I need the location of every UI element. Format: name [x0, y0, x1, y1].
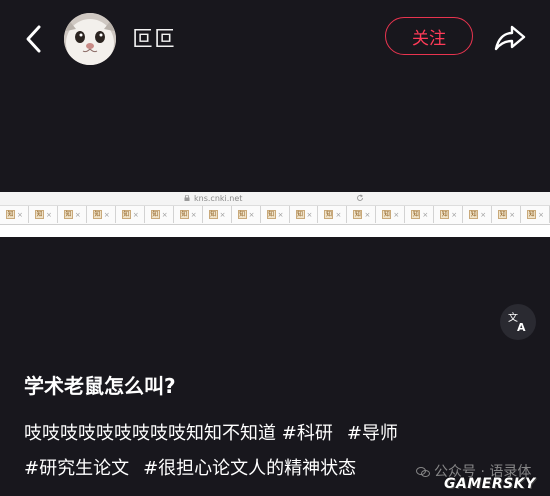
post-description-line-2: #研究生论文 #很担心论文人的精神状态 — [24, 456, 356, 482]
avatar[interactable] — [64, 13, 116, 65]
cnki-favicon-icon: 知 — [121, 210, 131, 219]
follow-button[interactable]: 关注 — [385, 17, 473, 55]
hashtag-advisor[interactable]: #导师 — [347, 423, 398, 444]
browser-tab: 知 × — [463, 206, 493, 223]
wechat-icon — [416, 467, 430, 477]
tab-close-icon: × — [190, 210, 197, 219]
browser-tab: 知 × — [203, 206, 232, 223]
browser-tab: 知 × — [521, 206, 550, 223]
tab-close-icon: × — [74, 210, 81, 219]
translate-icon: 文 A — [508, 311, 526, 333]
browser-tab: 知 × — [347, 206, 377, 223]
tab-close-icon: × — [335, 210, 342, 219]
cnki-favicon-icon: 知 — [382, 210, 392, 219]
back-button[interactable] — [20, 22, 48, 56]
tab-close-icon: × — [132, 210, 139, 219]
cnki-favicon-icon: 知 — [469, 210, 479, 219]
cnki-favicon-icon: 知 — [498, 210, 508, 219]
browser-tab: 知 × — [318, 206, 348, 223]
tab-close-icon: × — [161, 210, 168, 219]
cnki-favicon-icon: 知 — [527, 210, 537, 219]
cnki-favicon-icon: 知 — [208, 210, 218, 219]
tab-close-icon: × — [364, 210, 371, 219]
embedded-browser-screenshot: kns.cnki.net 知 × 知 × 知 × 知 × 知 × 知 × 知 × 知 × 知 × 知 × 知 × 知 × 知 × 知… — [0, 192, 550, 237]
cnki-favicon-icon: 知 — [63, 210, 73, 219]
cnki-favicon-icon: 知 — [237, 210, 247, 219]
address-bar: kns.cnki.net — [0, 192, 550, 206]
tab-close-icon: × — [509, 210, 516, 219]
tab-close-icon: × — [451, 210, 458, 219]
cnki-favicon-icon: 知 — [266, 210, 276, 219]
tab-close-icon: × — [393, 210, 400, 219]
tab-close-icon: × — [306, 210, 313, 219]
tab-close-icon: × — [103, 210, 110, 219]
cnki-favicon-icon: 知 — [324, 210, 334, 219]
browser-tab: 知 × — [261, 206, 290, 223]
hashtag-spirit[interactable]: #很担心论文人的精神状态 — [143, 458, 356, 479]
cnki-favicon-icon: 知 — [34, 210, 44, 219]
tab-close-icon: × — [17, 210, 23, 219]
post-description-line-1: 吱吱吱吱吱吱吱吱吱知知不知道 #科研 #导师 — [24, 421, 398, 447]
browser-tab: 知 × — [145, 206, 174, 223]
post-title: 学术老鼠怎么叫? — [24, 374, 176, 398]
cnki-favicon-icon: 知 — [440, 210, 450, 219]
gamersky-logo: GAMERSKY — [444, 476, 536, 492]
browser-tab: 知 × — [434, 206, 464, 223]
browser-tab: 知 × — [290, 206, 319, 223]
tab-close-icon: × — [480, 210, 487, 219]
post-description-text: 吱吱吱吱吱吱吱吱吱知知不知道 — [24, 423, 276, 444]
hashtag-research[interactable]: #科研 — [282, 423, 333, 444]
tab-close-icon: × — [45, 210, 52, 219]
cnki-favicon-icon: 知 — [179, 210, 189, 219]
browser-tab: 知 × — [116, 206, 145, 223]
reload-icon — [357, 194, 364, 201]
username[interactable]: 叵叵 — [132, 26, 176, 52]
browser-page-area — [0, 225, 550, 237]
hashtag-thesis[interactable]: #研究生论文 — [24, 458, 129, 479]
address-url: kns.cnki.net — [194, 194, 243, 203]
browser-tab: 知 × — [87, 206, 116, 223]
cnki-favicon-icon: 知 — [353, 210, 363, 219]
cnki-favicon-icon: 知 — [411, 210, 421, 219]
browser-tab: 知 × — [376, 206, 406, 223]
tab-close-icon: × — [422, 210, 429, 219]
cat-avatar-image — [64, 13, 116, 65]
tab-close-icon: × — [277, 210, 284, 219]
lock-icon — [184, 195, 190, 201]
browser-tab: 知 × — [492, 206, 522, 223]
browser-tab-row: 知 × 知 × 知 × 知 × 知 × 知 × 知 × 知 × 知 × 知 × 知 × 知 × 知 × 知 × 知 × 知 × 知 × 知 × 知 × — [0, 206, 550, 225]
browser-tab: 知 × — [29, 206, 58, 223]
share-arrow-icon — [494, 25, 526, 51]
cnki-favicon-icon: 知 — [6, 210, 15, 219]
browser-tab: 知 × — [405, 206, 435, 223]
cnki-favicon-icon: 知 — [150, 210, 160, 219]
svg-text:A: A — [517, 321, 526, 333]
translate-button[interactable]: 文 A — [500, 304, 536, 340]
browser-tab: 知 × — [58, 206, 87, 223]
browser-tab: 知 × — [0, 206, 29, 223]
cnki-favicon-icon: 知 — [92, 210, 102, 219]
browser-tab: 知 × — [232, 206, 261, 223]
browser-tab: 知 × — [174, 206, 203, 223]
tab-close-icon: × — [248, 210, 255, 219]
share-button[interactable] — [492, 22, 528, 54]
chevron-left-icon — [26, 25, 41, 53]
cnki-favicon-icon: 知 — [295, 210, 305, 219]
tab-close-icon: × — [219, 210, 226, 219]
video-post-screen: 叵叵 关注 kns.cnki.net 知 × 知 × 知 × 知 × 知 × 知 × 知 × 知 × 知 × 知 × 知… — [0, 0, 550, 496]
tab-close-icon: × — [538, 210, 545, 219]
